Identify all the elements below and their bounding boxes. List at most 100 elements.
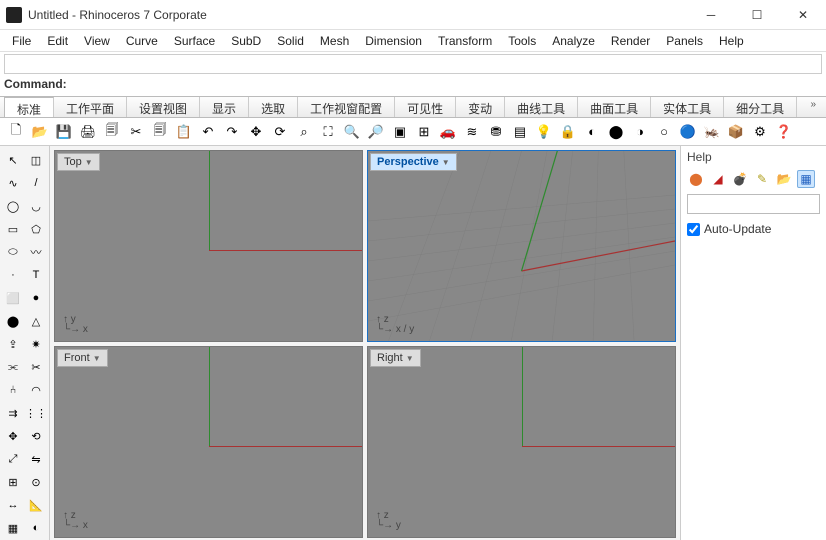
raytrace-icon[interactable]: 🔵	[678, 122, 698, 142]
extrude-icon[interactable]: ⇪	[3, 334, 23, 354]
lightbulb-icon[interactable]: 💡	[534, 122, 554, 142]
pan-icon[interactable]: ✥	[246, 122, 266, 142]
split-icon[interactable]: ⑃	[3, 380, 23, 400]
export-icon[interactable]: 🗐	[102, 122, 122, 142]
pointer-icon[interactable]: ↖	[3, 150, 23, 170]
layer-state-icon[interactable]: ⛃	[486, 122, 506, 142]
options-icon[interactable]: ⚙	[750, 122, 770, 142]
textures-icon[interactable]: ◑	[630, 122, 650, 142]
text-icon[interactable]: T	[26, 265, 46, 285]
rotate3d-icon[interactable]: ⟲	[26, 426, 46, 446]
offset-icon[interactable]: ⇉	[3, 403, 23, 423]
tab-9[interactable]: 曲面工具	[578, 97, 651, 117]
cut-icon[interactable]: ✂	[126, 122, 146, 142]
tab-1[interactable]: 工作平面	[54, 97, 127, 117]
join-icon[interactable]: ⫘	[3, 357, 23, 377]
maximize-viewport-icon[interactable]: ▣	[390, 122, 410, 142]
zoom-window-icon[interactable]: ⌕	[294, 122, 314, 142]
viewport-front[interactable]: Front ▼ ↑ z └→ x	[54, 346, 363, 538]
tab-4[interactable]: 选取	[249, 97, 298, 117]
mirror-icon[interactable]: ⇋	[26, 449, 46, 469]
help-search-input[interactable]	[687, 194, 820, 214]
viewport-right[interactable]: Right ▼ ↑ z └→ y	[367, 346, 676, 538]
analyze-icon[interactable]: 📐	[26, 495, 46, 515]
menu-panels[interactable]: Panels	[658, 32, 711, 50]
sphere-icon[interactable]: ●	[26, 288, 46, 308]
point-icon[interactable]: ·	[3, 265, 23, 285]
fillet-icon[interactable]: ◠	[26, 380, 46, 400]
save-icon[interactable]: 💾	[54, 122, 74, 142]
environments-small-icon[interactable]: 💣	[731, 170, 749, 188]
menu-render[interactable]: Render	[603, 32, 658, 50]
layers-small-icon[interactable]: ✎	[753, 170, 771, 188]
menu-tools[interactable]: Tools	[500, 32, 544, 50]
libraries-small-icon[interactable]: 📂	[775, 170, 793, 188]
menu-dimension[interactable]: Dimension	[357, 32, 430, 50]
menu-surface[interactable]: Surface	[166, 32, 223, 50]
auto-update-checkbox[interactable]: Auto-Update	[687, 222, 820, 236]
zoom-selected-icon[interactable]: 🔍	[342, 122, 362, 142]
menu-file[interactable]: File	[4, 32, 39, 50]
tab-11[interactable]: 细分工具	[724, 97, 797, 117]
zoom-extents-icon[interactable]: ⛶	[318, 122, 338, 142]
arc-icon[interactable]: ◡	[26, 196, 46, 216]
menu-view[interactable]: View	[76, 32, 118, 50]
cone-icon[interactable]: △	[26, 311, 46, 331]
viewport-perspective[interactable]: Perspective ▼ ↑ z └→ x / y	[367, 150, 676, 342]
command-input[interactable]	[71, 75, 822, 93]
four-view-icon[interactable]: ⊞	[414, 122, 434, 142]
move-icon[interactable]: ✥	[3, 426, 23, 446]
menu-mesh[interactable]: Mesh	[312, 32, 357, 50]
grasshopper-icon[interactable]: 🦗	[702, 122, 722, 142]
auto-update-input[interactable]	[687, 223, 700, 236]
menu-subd[interactable]: SubD	[223, 32, 269, 50]
lasso-icon[interactable]: ◫	[26, 150, 46, 170]
polyline-icon[interactable]: ∿	[3, 173, 23, 193]
grid-icon[interactable]: ⊞	[3, 472, 23, 492]
redo-icon[interactable]: ↷	[222, 122, 242, 142]
materials-icon[interactable]: ⬤	[606, 122, 626, 142]
copy-icon[interactable]: 🗐	[150, 122, 170, 142]
new-icon[interactable]: 🗋	[6, 122, 26, 142]
explode-icon[interactable]: ✷	[26, 334, 46, 354]
lock-icon[interactable]: 🔒	[558, 122, 578, 142]
rect-icon[interactable]: ▭	[3, 219, 23, 239]
menu-transform[interactable]: Transform	[430, 32, 500, 50]
undo-icon[interactable]: ↶	[198, 122, 218, 142]
menu-edit[interactable]: Edit	[39, 32, 76, 50]
zoom-1to1-icon[interactable]: 🔎	[366, 122, 386, 142]
scale-icon[interactable]: ⤢	[3, 449, 23, 469]
environments-icon[interactable]: ○	[654, 122, 674, 142]
tab-6[interactable]: 可见性	[395, 97, 456, 117]
ellipse-icon[interactable]: ⬭	[3, 242, 23, 262]
paste-icon[interactable]: 📋	[174, 122, 194, 142]
viewport-right-label[interactable]: Right ▼	[370, 349, 421, 367]
rotate-icon[interactable]: ⟳	[270, 122, 290, 142]
render2-icon[interactable]: ◐	[26, 518, 46, 538]
close-button[interactable]: ✕	[780, 0, 826, 29]
viewport-perspective-label[interactable]: Perspective ▼	[370, 153, 457, 171]
tab-10[interactable]: 实体工具	[651, 97, 724, 117]
tab-3[interactable]: 显示	[200, 97, 249, 117]
viewport-top-label[interactable]: Top ▼	[57, 153, 100, 171]
open-icon[interactable]: 📂	[30, 122, 50, 142]
car-icon[interactable]: 🚗	[438, 122, 458, 142]
circle-icon[interactable]: ◯	[3, 196, 23, 216]
menu-help[interactable]: Help	[711, 32, 752, 50]
minimize-button[interactable]: ─	[688, 0, 734, 29]
polygon-icon[interactable]: ⬠	[26, 219, 46, 239]
mesh-icon[interactable]: ▦	[3, 518, 23, 538]
cylinder-icon[interactable]: ⬤	[3, 311, 23, 331]
print-icon[interactable]: 🖨	[78, 122, 98, 142]
menu-analyze[interactable]: Analyze	[544, 32, 603, 50]
line-icon[interactable]: /	[26, 173, 46, 193]
tab-8[interactable]: 曲线工具	[505, 97, 578, 117]
dim-icon[interactable]: ↔	[3, 495, 23, 515]
viewport-front-label[interactable]: Front ▼	[57, 349, 108, 367]
sel-layer-icon[interactable]: ▤	[510, 122, 530, 142]
command-history[interactable]	[4, 54, 822, 74]
render-small-icon[interactable]: ⬤	[687, 170, 705, 188]
layers-icon[interactable]: ≋	[462, 122, 482, 142]
menu-solid[interactable]: Solid	[269, 32, 312, 50]
curve-icon[interactable]: 〰	[26, 242, 46, 262]
